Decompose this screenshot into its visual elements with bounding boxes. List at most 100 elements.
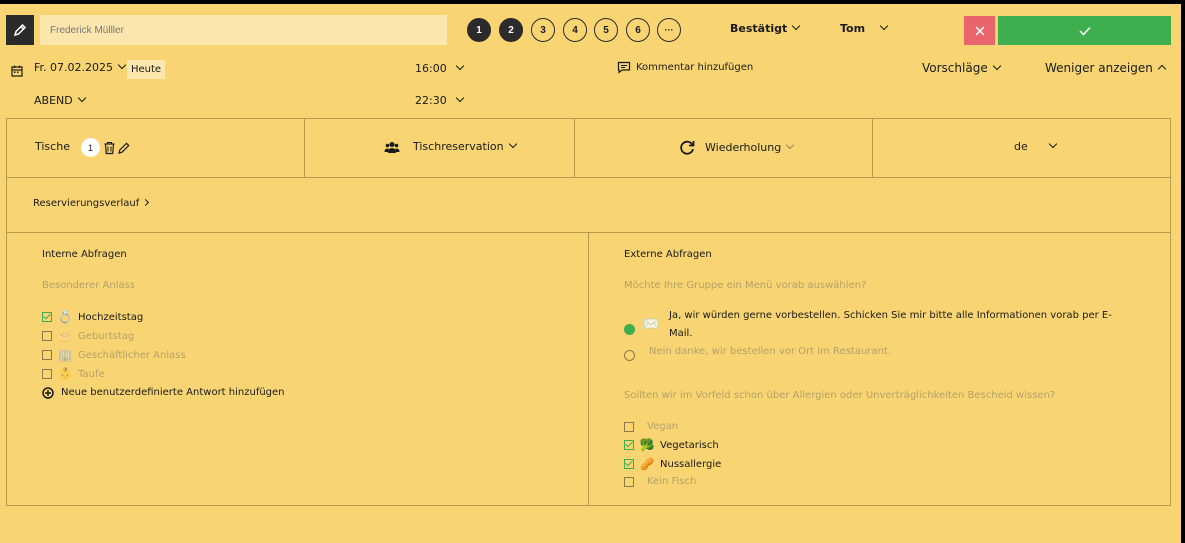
refresh-icon: [680, 140, 695, 155]
external-question-allergies: Sollten wir im Vorfeld schon über Allerg…: [624, 390, 1056, 401]
date-label: Fr. 07.02.2025: [34, 61, 114, 74]
start-time-dropdown[interactable]: 16:00: [415, 61, 464, 76]
option-label: Geschäftlicher Anlass: [78, 349, 186, 361]
suggestions-dropdown[interactable]: Vorschläge: [922, 61, 1001, 76]
staff-label: Tom: [840, 22, 866, 35]
option-label: Kein Fisch: [647, 476, 697, 487]
cancel-button[interactable]: [964, 16, 995, 45]
more-steps-button[interactable]: ···: [657, 18, 681, 42]
chevron-down-icon: [785, 140, 795, 149]
chevron-down-icon: [1048, 139, 1057, 149]
chevron-down-icon: [77, 93, 86, 103]
show-less-button[interactable]: Weniger anzeigen: [1045, 61, 1167, 76]
chevron-down-icon: [992, 61, 1001, 71]
status-dropdown[interactable]: Bestätigt: [730, 21, 801, 36]
add-comment-label: Kommentar hinzufügen: [636, 62, 754, 73]
external-question-menu: Möchte Ihre Gruppe ein Menü vorab auswäh…: [624, 280, 867, 291]
external-queries-title: Externe Abfragen: [624, 249, 712, 260]
checkbox[interactable]: [624, 421, 634, 432]
option-label: Vegetarisch: [660, 439, 719, 451]
option-business[interactable]: 🏢 Geschäftlicher Anlass: [42, 348, 186, 362]
answer-preorder-line2: Mail.: [669, 328, 693, 339]
chevron-down-icon: [879, 21, 889, 31]
shift-dropdown[interactable]: ABEND: [34, 93, 86, 108]
checkbox[interactable]: [42, 350, 52, 360]
step-4[interactable]: 4: [563, 18, 587, 42]
cake-icon: 🎂: [57, 329, 73, 343]
office-icon: 🏢: [57, 348, 73, 362]
reservation-history-button[interactable]: Reservierungsverlauf: [33, 197, 150, 210]
repeat-dropdown[interactable]: Wiederholung: [679, 139, 795, 156]
add-custom-answer-button[interactable]: Neue benutzerdefinierte Antwort hinzufüg…: [42, 386, 285, 399]
staff-dropdown[interactable]: Tom: [840, 21, 889, 36]
option-label: Geburtstag: [78, 330, 135, 342]
tables-label: Tische: [35, 140, 70, 153]
internal-question: Besonderer Anlass: [42, 280, 136, 291]
option-label: Taufe: [78, 368, 105, 380]
reservation-history-label: Reservierungsverlauf: [33, 198, 140, 209]
language-dropdown[interactable]: de: [1014, 139, 1057, 154]
chevron-down-icon: [508, 139, 517, 149]
option-label: Nussallergie: [660, 458, 722, 470]
option-label: Hochzeitstag: [78, 311, 144, 323]
suggestions-label: Vorschläge: [922, 61, 988, 75]
end-time-label: 22:30: [415, 94, 447, 107]
checkbox[interactable]: [42, 331, 52, 341]
radio-preorder[interactable]: [624, 320, 635, 339]
checkbox[interactable]: [42, 312, 52, 322]
option-birthday[interactable]: 🎂 Geburtstag: [42, 329, 134, 343]
ring-icon: 💍: [57, 310, 73, 324]
today-button[interactable]: Heute: [127, 60, 166, 79]
repeat-label: Wiederholung: [705, 140, 782, 154]
step-6[interactable]: 6: [626, 18, 650, 42]
step-1[interactable]: 1: [467, 18, 491, 42]
chevron-right-icon: [142, 198, 150, 207]
checkbox[interactable]: [624, 440, 634, 450]
option-label: Vegan: [647, 421, 679, 432]
pencil-icon: [13, 23, 27, 37]
step-5[interactable]: 5: [594, 18, 618, 42]
add-custom-answer-label: Neue benutzerdefinierte Antwort hinzufüg…: [61, 387, 285, 398]
confirm-button[interactable]: [998, 16, 1171, 45]
option-baptism[interactable]: 👶 Taufe: [42, 367, 105, 381]
option-no-fish[interactable]: Kein Fisch: [624, 475, 696, 488]
add-comment-button[interactable]: Kommentar hinzufügen: [617, 61, 753, 74]
date-dropdown[interactable]: Fr. 07.02.2025: [34, 60, 127, 75]
plus-circle-icon: [42, 386, 54, 399]
reservation-type-label: Tischreservation: [413, 140, 504, 153]
option-vegetarian[interactable]: 🥦 Vegetarisch: [624, 438, 719, 452]
chevron-down-icon: [455, 93, 464, 103]
chevron-down-icon: [455, 61, 464, 71]
edit-button[interactable]: [6, 15, 34, 45]
checkbox[interactable]: [624, 459, 634, 469]
peanut-icon: 🥜: [639, 457, 655, 471]
shift-label: ABEND: [34, 94, 73, 107]
envelope-icon: ✉️: [643, 317, 660, 332]
show-less-label: Weniger anzeigen: [1045, 61, 1153, 75]
radio-no-preorder[interactable]: [624, 346, 635, 365]
status-label: Bestätigt: [730, 22, 788, 35]
checkbox[interactable]: [624, 476, 634, 487]
pencil-icon[interactable]: [117, 140, 130, 159]
end-time-dropdown[interactable]: 22:30: [415, 93, 464, 108]
calendar-icon: [11, 62, 23, 81]
trash-icon[interactable]: [103, 140, 116, 159]
answer-no-preorder: Nein danke, wir bestellen vor Ort im Res…: [649, 346, 891, 357]
option-wedding-anniversary[interactable]: 💍 Hochzeitstag: [42, 310, 143, 324]
check-icon: [1078, 26, 1091, 36]
option-vegan[interactable]: Vegan: [624, 420, 678, 433]
step-3[interactable]: 3: [531, 18, 555, 42]
chevron-down-icon: [117, 60, 127, 70]
reservation-form: 1 2 3 4 5 6 ··· Bestätigt Tom Fr. 07.02.…: [0, 4, 1181, 543]
reservation-type-dropdown[interactable]: Tischreservation: [384, 139, 517, 154]
option-nut-allergy[interactable]: 🥜 Nussallergie: [624, 457, 721, 471]
step-2[interactable]: 2: [499, 18, 523, 42]
tables-count-badge: 1: [81, 138, 100, 157]
internal-queries-title: Interne Abfragen: [42, 249, 127, 260]
answer-preorder-line1: Ja, wir würden gerne vorbestellen. Schic…: [669, 310, 1112, 321]
guest-name-input[interactable]: [40, 15, 447, 45]
broccoli-icon: 🥦: [639, 438, 655, 452]
checkbox[interactable]: [42, 369, 52, 379]
chevron-up-icon: [1157, 64, 1167, 74]
chevron-down-icon: [791, 21, 801, 31]
